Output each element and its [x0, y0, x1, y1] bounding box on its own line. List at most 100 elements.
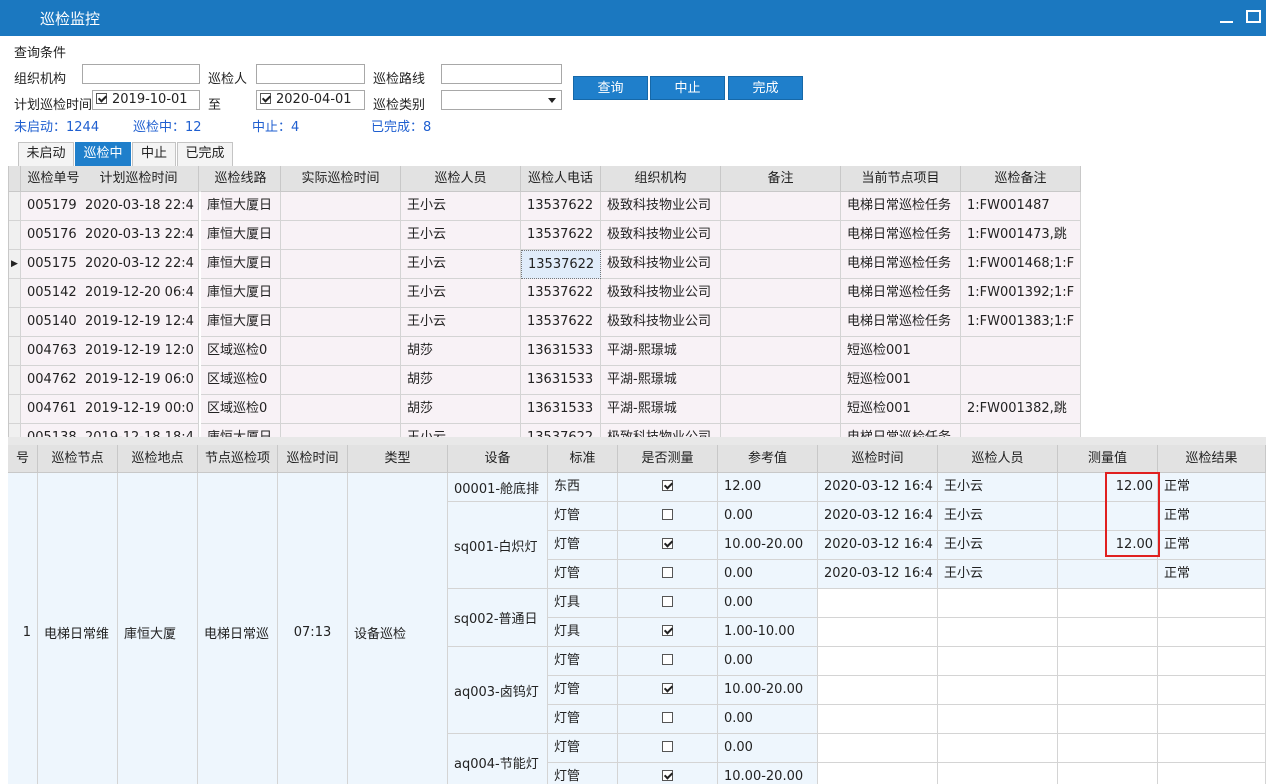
column-header-inspect-remark[interactable]: 巡检备注 — [961, 166, 1081, 192]
tab-completed[interactable]: 已完成 — [177, 142, 233, 166]
measure-checkbox-cell[interactable] — [618, 705, 718, 734]
detail-cell-result[interactable] — [1158, 763, 1266, 784]
detail-cell-inspect-time[interactable]: 2020-03-12 16:4 — [818, 531, 938, 560]
task-cell-current-node[interactable]: 电梯日常巡检任务 — [841, 192, 961, 221]
detail-cell-measured-value[interactable] — [1058, 647, 1158, 676]
task-cell-phone[interactable]: 13631533 — [521, 395, 601, 424]
task-cell-org[interactable]: 极致科技物业公司 — [601, 308, 721, 337]
row-selected-indicator[interactable]: ▶ — [9, 250, 21, 279]
task-cell-current-node[interactable]: 电梯日常巡检任务 — [841, 424, 961, 437]
detail-cell-result[interactable]: 正常 — [1158, 531, 1266, 560]
task-cell-phone[interactable]: 13537622 — [521, 308, 601, 337]
route-input[interactable] — [441, 64, 562, 84]
measure-checkbox-cell[interactable] — [618, 589, 718, 618]
task-cell-route[interactable]: 庫恒大厦日 — [201, 250, 281, 279]
task-cell-phone[interactable]: 13537622 — [521, 192, 601, 221]
detail-header-inspector[interactable]: 巡检人员 — [938, 445, 1058, 473]
date-to-picker[interactable]: 2020-04-01 — [256, 90, 365, 110]
row-indicator[interactable] — [9, 366, 21, 395]
task-cell-inspect-remark[interactable]: 1:FW001383;1:F — [961, 308, 1081, 337]
detail-device-cell[interactable]: sq001-白炽灯 — [448, 502, 548, 589]
detail-cell-inspect-time[interactable] — [818, 589, 938, 618]
task-cell-current-node[interactable]: 短巡检001 — [841, 366, 961, 395]
tab-aborted[interactable]: 中止 — [132, 142, 176, 166]
task-cell-inspector[interactable]: 王小云 — [401, 308, 521, 337]
detail-cell-reference[interactable]: 0.00 — [718, 502, 818, 531]
detail-merged-time[interactable]: 07:13 — [278, 473, 348, 784]
inspector-input[interactable] — [256, 64, 365, 84]
column-header-org[interactable]: 组织机构 — [601, 166, 721, 192]
task-cell-plan-time[interactable]: 2019-12-19 06:0 — [79, 366, 199, 395]
detail-cell-result[interactable]: 正常 — [1158, 502, 1266, 531]
task-cell-org[interactable]: 极致科技物业公司 — [601, 192, 721, 221]
detail-cell-inspector[interactable] — [938, 618, 1058, 647]
task-cell-order-no[interactable]: 004761 — [21, 395, 87, 424]
task-cell-route[interactable]: 庫恒大厦日 — [201, 192, 281, 221]
detail-cell-inspect-time[interactable] — [818, 676, 938, 705]
measure-checkbox-cell[interactable] — [618, 502, 718, 531]
task-cell-actual-time[interactable] — [281, 308, 401, 337]
detail-merged-type[interactable]: 设备巡检 — [348, 473, 448, 784]
measure-checkbox-cell[interactable] — [618, 618, 718, 647]
task-cell-plan-time[interactable]: 2019-12-18 18:4 — [79, 424, 199, 437]
task-cell-remark[interactable] — [721, 337, 841, 366]
detail-cell-inspect-time[interactable] — [818, 647, 938, 676]
checkbox-unchecked-icon[interactable] — [662, 509, 673, 520]
measure-checkbox-cell[interactable] — [618, 473, 718, 502]
task-cell-plan-time[interactable]: 2019-12-19 00:0 — [79, 395, 199, 424]
detail-cell-inspect-time[interactable] — [818, 618, 938, 647]
measure-checkbox-cell[interactable] — [618, 647, 718, 676]
task-cell-current-node[interactable]: 短巡检001 — [841, 395, 961, 424]
task-cell-route[interactable]: 庫恒大厦日 — [201, 279, 281, 308]
date-from-picker[interactable]: 2019-10-01 — [92, 90, 200, 110]
task-cell-plan-time[interactable]: 2019-12-19 12:0 — [79, 337, 199, 366]
checkbox-unchecked-icon[interactable] — [662, 654, 673, 665]
detail-cell-result[interactable] — [1158, 647, 1266, 676]
task-cell-plan-time[interactable]: 2020-03-12 22:4 — [79, 250, 199, 279]
task-cell-remark[interactable] — [721, 395, 841, 424]
detail-cell-reference[interactable]: 1.00-10.00 — [718, 618, 818, 647]
column-header-actual-time[interactable]: 实际巡检时间 — [281, 166, 401, 192]
detail-cell-inspect-time[interactable]: 2020-03-12 16:4 — [818, 560, 938, 589]
task-cell-inspect-remark[interactable] — [961, 366, 1081, 395]
task-cell-route[interactable]: 庫恒大厦日 — [201, 221, 281, 250]
detail-merged-node-item[interactable]: 电梯日常巡 — [198, 473, 278, 784]
row-indicator[interactable] — [9, 395, 21, 424]
detail-cell-inspector[interactable] — [938, 647, 1058, 676]
detail-cell-standard[interactable]: 灯管 — [548, 647, 618, 676]
detail-cell-inspect-time[interactable] — [818, 734, 938, 763]
detail-cell-inspector[interactable] — [938, 676, 1058, 705]
measure-checkbox-cell[interactable] — [618, 676, 718, 705]
task-cell-inspect-remark[interactable] — [961, 337, 1081, 366]
detail-cell-result[interactable]: 正常 — [1158, 473, 1266, 502]
row-indicator[interactable] — [9, 221, 21, 250]
detail-cell-reference[interactable]: 0.00 — [718, 705, 818, 734]
task-cell-route[interactable]: 庫恒大厦日 — [201, 424, 281, 437]
task-cell-remark[interactable] — [721, 308, 841, 337]
detail-header-is-measure[interactable]: 是否测量 — [618, 445, 718, 473]
task-cell-plan-time[interactable]: 2019-12-20 06:4 — [79, 279, 199, 308]
detail-device-cell[interactable]: aq004-节能灯 — [448, 734, 548, 784]
detail-merged-location[interactable]: 庫恒大厦 — [118, 473, 198, 784]
detail-cell-inspector[interactable]: 王小云 — [938, 531, 1058, 560]
task-cell-remark[interactable] — [721, 221, 841, 250]
detail-merged-index[interactable]: 1 — [8, 473, 38, 784]
task-cell-inspector[interactable]: 胡莎 — [401, 395, 521, 424]
detail-header-node-item[interactable]: 节点巡检项 — [198, 445, 278, 473]
row-indicator[interactable] — [9, 279, 21, 308]
task-cell-actual-time[interactable] — [281, 221, 401, 250]
task-cell-org[interactable]: 极致科技物业公司 — [601, 424, 721, 437]
detail-cell-result[interactable] — [1158, 705, 1266, 734]
detail-cell-reference[interactable]: 12.00 — [718, 473, 818, 502]
detail-cell-reference[interactable]: 0.00 — [718, 589, 818, 618]
task-cell-inspect-remark[interactable] — [961, 424, 1081, 437]
column-header-phone[interactable]: 巡检人电话 — [521, 166, 601, 192]
row-indicator[interactable] — [9, 337, 21, 366]
detail-cell-standard[interactable]: 灯管 — [548, 560, 618, 589]
detail-cell-inspector[interactable]: 王小云 — [938, 502, 1058, 531]
date-from-checkbox[interactable] — [96, 93, 107, 104]
task-cell-plan-time[interactable]: 2020-03-18 22:4 — [79, 192, 199, 221]
checkbox-checked-icon[interactable] — [662, 770, 673, 781]
task-cell-remark[interactable] — [721, 424, 841, 437]
checkbox-unchecked-icon[interactable] — [662, 712, 673, 723]
